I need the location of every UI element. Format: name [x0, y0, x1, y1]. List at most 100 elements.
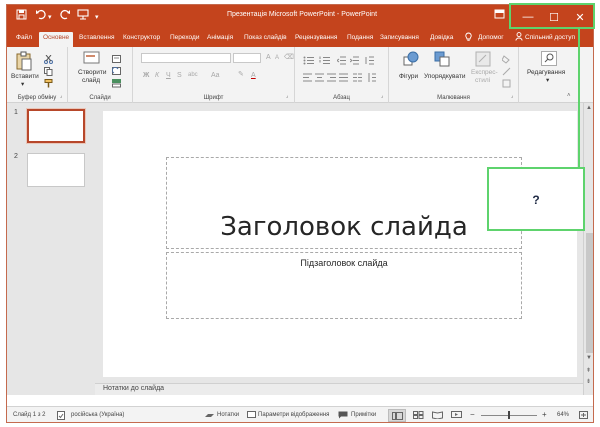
- display-settings[interactable]: Параметри відображення: [258, 412, 329, 418]
- bold-button[interactable]: Ж: [143, 71, 149, 80]
- undo-icon[interactable]: [35, 9, 47, 24]
- shrink-font-button[interactable]: A: [275, 54, 279, 63]
- slideshow-icon[interactable]: [451, 411, 462, 421]
- find-icon[interactable]: [541, 51, 557, 71]
- window-title: Презентація Microsoft PowerPoint - Power…: [226, 11, 378, 18]
- display-settings-icon[interactable]: [247, 411, 256, 421]
- clipboard-launcher-icon[interactable]: ⌟: [60, 92, 62, 101]
- quick-styles-label-1[interactable]: Експрес-: [471, 69, 498, 77]
- comments-icon[interactable]: [338, 411, 348, 421]
- tab-slideshow[interactable]: Показ слайдів: [244, 33, 287, 47]
- highlight-icon[interactable]: ✎: [238, 70, 244, 79]
- align-center-icon[interactable]: [315, 69, 325, 87]
- title-placeholder[interactable]: Заголовок слайда: [166, 157, 522, 249]
- quick-styles-label-2[interactable]: стилі: [475, 77, 490, 85]
- tab-insert[interactable]: Вставлення: [79, 33, 115, 47]
- shape-effects-icon[interactable]: [502, 75, 512, 93]
- customize-qat-icon[interactable]: ▾: [95, 11, 99, 25]
- tab-view[interactable]: Подання: [347, 33, 373, 47]
- notes-pane[interactable]: Нотатки до слайда: [95, 383, 583, 395]
- decrease-indent-icon[interactable]: [336, 52, 347, 70]
- save-icon[interactable]: [16, 9, 27, 24]
- fit-slide-icon[interactable]: [579, 411, 588, 421]
- slide-sorter-icon[interactable]: [413, 411, 424, 421]
- font-size-combo[interactable]: [233, 53, 261, 63]
- tab-animations[interactable]: Анімація: [207, 33, 233, 47]
- spellcheck-icon[interactable]: [57, 411, 66, 422]
- align-left-icon[interactable]: [303, 69, 313, 87]
- redo-icon[interactable]: [59, 9, 71, 24]
- subtitle-placeholder[interactable]: Підзаголовок слайда: [166, 252, 522, 319]
- tab-design[interactable]: Конструктор: [123, 33, 160, 47]
- prev-slide-icon[interactable]: ⇞: [586, 367, 591, 374]
- notes-icon[interactable]: [205, 411, 215, 421]
- numbering-icon[interactable]: [319, 52, 331, 70]
- columns-icon[interactable]: [353, 69, 363, 87]
- underline-button[interactable]: Ч: [166, 71, 171, 80]
- zoom-slider-thumb[interactable]: [508, 411, 510, 419]
- present-icon[interactable]: [77, 9, 89, 24]
- lightbulb-icon[interactable]: [465, 32, 472, 46]
- tell-me-search[interactable]: Допомог: [478, 33, 504, 47]
- drawing-launcher-icon[interactable]: ⌟: [511, 92, 513, 101]
- next-slide-icon[interactable]: ⇟: [586, 378, 591, 385]
- group-drawing: Фігури Упорядкувати Експрес- стилі Малюв…: [389, 47, 519, 103]
- undo-dropdown-icon[interactable]: ▾: [48, 11, 52, 25]
- grow-font-button[interactable]: A: [266, 53, 271, 62]
- zoom-level[interactable]: 64%: [557, 412, 569, 418]
- format-painter-icon[interactable]: [44, 75, 53, 93]
- line-spacing-icon[interactable]: [365, 52, 375, 70]
- text-direction-icon[interactable]: [367, 69, 377, 87]
- collapse-ribbon-icon[interactable]: ˄: [567, 92, 571, 101]
- tab-recording[interactable]: Записування: [380, 33, 419, 47]
- strikethrough-button[interactable]: S: [177, 71, 182, 80]
- tab-file[interactable]: Файл: [16, 33, 32, 47]
- char-spacing-button[interactable]: abc: [188, 71, 198, 80]
- new-slide-label-1[interactable]: Створити: [78, 69, 107, 77]
- shapes-button[interactable]: Фігури: [399, 73, 418, 81]
- new-slide-label-2[interactable]: слайд: [82, 77, 100, 85]
- font-name-combo[interactable]: [141, 53, 231, 63]
- tab-review[interactable]: Рецензування: [295, 33, 337, 47]
- paragraph-launcher-icon[interactable]: ⌟: [381, 92, 383, 101]
- ribbon-display-icon[interactable]: [494, 9, 505, 23]
- clear-format-icon[interactable]: ⌫: [284, 53, 294, 62]
- tab-transitions[interactable]: Переходи: [170, 33, 199, 47]
- notes-toggle[interactable]: Нотатки: [217, 412, 239, 418]
- tab-help[interactable]: Довідка: [430, 33, 453, 47]
- paste-dropdown-icon[interactable]: ▾: [21, 81, 24, 89]
- slide-canvas: Заголовок слайда Підзаголовок слайда: [103, 111, 577, 377]
- scrollbar-thumb[interactable]: [586, 233, 593, 353]
- zoom-out-button[interactable]: −: [470, 410, 475, 419]
- slide-thumbnail-1[interactable]: [27, 109, 85, 143]
- ribbon-tabs: Файл Основне Вставлення Конструктор Пере…: [7, 29, 593, 47]
- scroll-up-icon[interactable]: ▲: [586, 105, 592, 111]
- slide-thumbnail-2[interactable]: [27, 153, 85, 187]
- change-case-button[interactable]: Aa: [211, 71, 220, 80]
- bullets-icon[interactable]: [303, 52, 315, 70]
- align-right-icon[interactable]: [327, 69, 337, 87]
- arrange-icon[interactable]: [434, 51, 450, 72]
- share-button[interactable]: Спільний доступ: [525, 33, 575, 47]
- zoom-in-button[interactable]: +: [542, 410, 547, 419]
- shapes-icon[interactable]: [403, 51, 419, 72]
- scroll-down-icon[interactable]: ▼: [586, 355, 592, 361]
- language[interactable]: російська (Україна): [71, 412, 124, 418]
- editing-button[interactable]: Редагування: [527, 69, 565, 77]
- arrange-button[interactable]: Упорядкувати: [424, 73, 465, 81]
- italic-button[interactable]: К: [155, 71, 159, 80]
- vertical-scrollbar[interactable]: ▲ ▼ ⇞ ⇟: [583, 103, 593, 395]
- slide-number: 2: [14, 153, 18, 160]
- question-callout: ?: [487, 167, 585, 231]
- font-color-button[interactable]: A: [251, 71, 256, 80]
- reading-view-icon[interactable]: [432, 411, 443, 421]
- editing-dropdown-icon[interactable]: ▾: [546, 77, 549, 85]
- normal-view-button[interactable]: [388, 409, 406, 422]
- paste-button[interactable]: Вставити: [11, 73, 39, 81]
- justify-icon[interactable]: [339, 69, 349, 87]
- font-launcher-icon[interactable]: ⌟: [286, 92, 288, 101]
- increase-indent-icon[interactable]: [349, 52, 360, 70]
- comments-toggle[interactable]: Примітки: [351, 412, 376, 418]
- tab-home[interactable]: Основне: [39, 32, 74, 47]
- section-icon[interactable]: [112, 75, 122, 93]
